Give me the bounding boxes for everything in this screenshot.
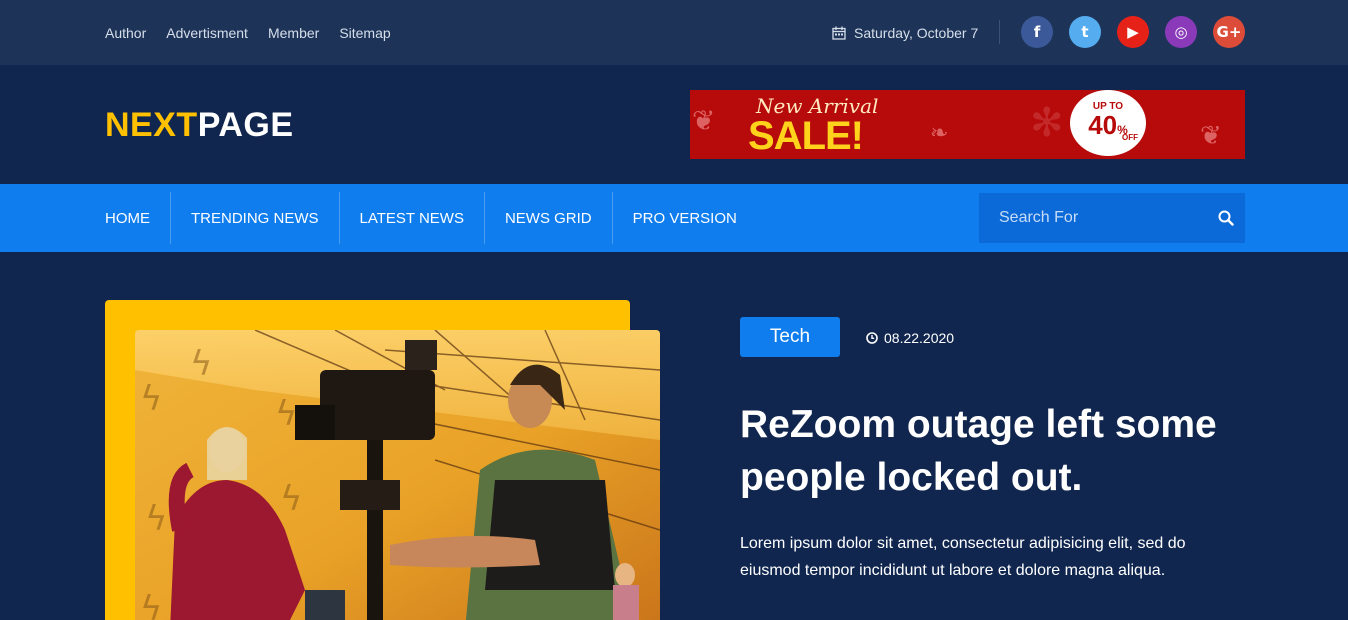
search-box: [979, 193, 1245, 243]
top-link-author[interactable]: Author: [105, 25, 146, 41]
calendar-icon: [832, 26, 846, 40]
search-button[interactable]: [1206, 210, 1245, 226]
instagram-icon[interactable]: ◎: [1165, 16, 1197, 48]
nav-item-news-grid[interactable]: NEWS GRID: [483, 192, 612, 244]
svg-text:ϟ: ϟ: [280, 479, 302, 519]
svg-text:ϟ: ϟ: [140, 379, 162, 419]
post-date: 08.22.2020: [866, 330, 954, 346]
search-icon: [1218, 210, 1234, 226]
svg-text:ϟ: ϟ: [275, 394, 297, 434]
leaf-decoration-icon: ❧: [930, 120, 949, 145]
nav-item-pro-version[interactable]: PRO VERSION: [611, 192, 757, 244]
leaf-decoration-icon: ✻: [1030, 101, 1064, 145]
youtube-icon[interactable]: ▶: [1117, 16, 1149, 48]
banner-sale-text: SALE!: [748, 114, 864, 158]
top-link-advertisment[interactable]: Advertisment: [166, 25, 248, 41]
svg-text:ϟ: ϟ: [190, 344, 212, 384]
article-excerpt: Lorem ipsum dolor sit amet, consectetur …: [740, 535, 1186, 579]
top-bar: Author Advertisment Member Sitemap Satur…: [0, 0, 1348, 65]
discount-badge: UP TO 40% OFF: [1070, 90, 1146, 156]
post-date-text: 08.22.2020: [884, 330, 955, 346]
current-date-text: Saturday, October 7: [854, 24, 979, 41]
twitter-icon[interactable]: t: [1069, 16, 1101, 48]
logo-page: PAGE: [197, 106, 294, 144]
social-links: f t ▶ ◎ G+: [1021, 16, 1245, 48]
category-tag[interactable]: Tech: [740, 317, 840, 357]
nav-item-latest-news[interactable]: LATEST NEWS: [338, 192, 484, 244]
hero-image[interactable]: ϟϟϟ ϟϟϟ: [135, 330, 660, 620]
nav-item-home[interactable]: HOME: [105, 192, 170, 244]
site-logo[interactable]: NEXTPAGE: [105, 106, 294, 145]
facebook-icon[interactable]: f: [1021, 16, 1053, 48]
main-nav: HOME TRENDING NEWS LATEST NEWS NEWS GRID…: [0, 184, 1348, 252]
leaf-decoration-icon: ❦: [692, 105, 716, 136]
ad-banner[interactable]: ❦ ❧ ✻ ❦ New Arrival SALE! UP TO 40% OFF: [690, 90, 1245, 159]
svg-text:ϟ: ϟ: [140, 589, 162, 620]
nav-item-trending-news[interactable]: TRENDING NEWS: [170, 192, 339, 244]
svg-text:ϟ: ϟ: [145, 499, 167, 539]
nav-menu: HOME TRENDING NEWS LATEST NEWS NEWS GRID…: [105, 184, 757, 252]
top-links: Author Advertisment Member Sitemap: [105, 0, 391, 65]
top-divider: [999, 20, 1000, 44]
search-input[interactable]: [979, 209, 1206, 227]
top-link-sitemap[interactable]: Sitemap: [339, 25, 390, 41]
article-headline[interactable]: ReZoom outage left some people locked ou…: [740, 398, 1260, 504]
logo-next: NEXT: [105, 106, 198, 144]
google-plus-icon[interactable]: G+: [1213, 16, 1245, 48]
leaf-decoration-icon: ❦: [1200, 120, 1222, 150]
top-link-member[interactable]: Member: [268, 25, 319, 41]
hero-photo-illustration: ϟϟ ϟ ϟ ϟϟ: [135, 330, 660, 620]
current-date: Saturday, October 7: [832, 0, 978, 65]
clock-icon: [866, 332, 878, 344]
